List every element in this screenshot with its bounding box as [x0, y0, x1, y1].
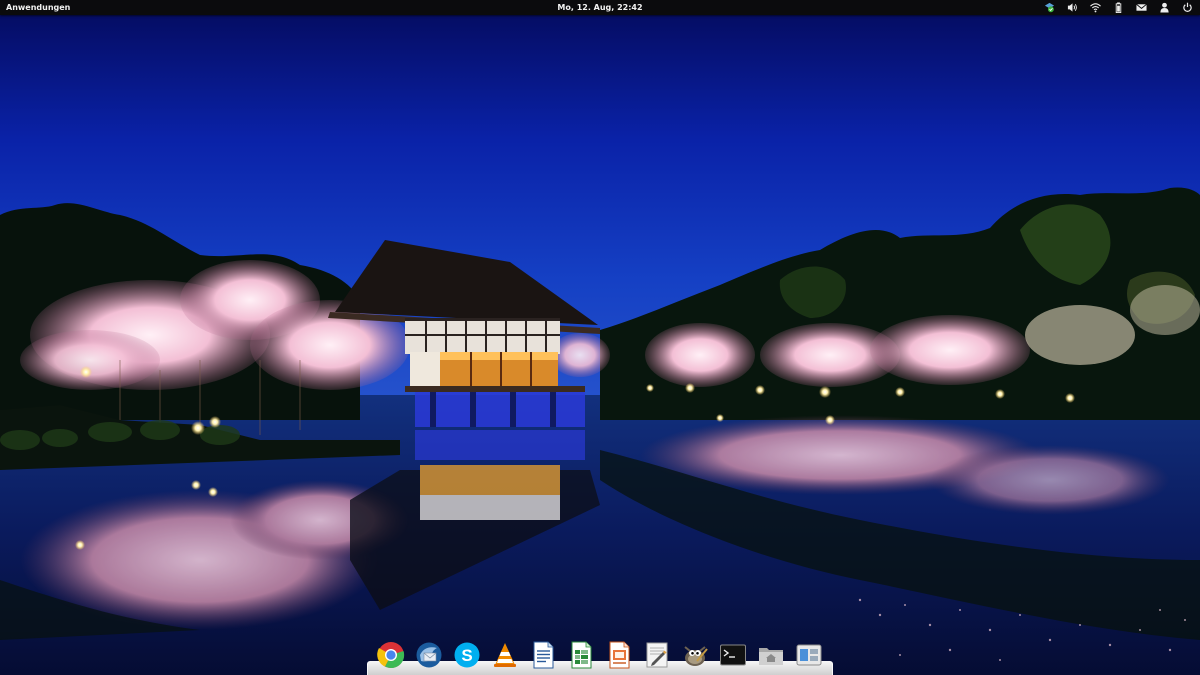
multitasking-view-icon[interactable]	[794, 641, 824, 675]
skype-icon[interactable]: S	[452, 641, 482, 675]
terminal-icon[interactable]	[718, 641, 748, 675]
clock-area: Mo, 12. Aug, 22:42	[0, 0, 1200, 15]
thunderbird-icon[interactable]	[414, 641, 444, 675]
system-indicators	[1043, 0, 1194, 15]
dock: S	[367, 637, 833, 675]
desktop-wallpaper	[0, 0, 1200, 675]
volume-icon[interactable]	[1066, 1, 1079, 14]
user-icon[interactable]	[1158, 1, 1171, 14]
vlc-icon[interactable]	[490, 641, 520, 675]
battery-icon[interactable]	[1112, 1, 1125, 14]
wifi-icon[interactable]	[1089, 1, 1102, 14]
home-folder-icon[interactable]	[756, 641, 786, 675]
mail-icon[interactable]	[1135, 1, 1148, 14]
gimp-icon[interactable]	[680, 641, 710, 675]
libreoffice-calc-icon[interactable]	[566, 641, 596, 675]
update-shield-icon[interactable]	[1043, 1, 1056, 14]
svg-text:S: S	[461, 646, 472, 665]
power-icon[interactable]	[1181, 1, 1194, 14]
libreoffice-impress-icon[interactable]	[604, 641, 634, 675]
wallpaper-scene	[0, 0, 1200, 675]
libreoffice-writer-icon[interactable]	[528, 641, 558, 675]
clock-datetime[interactable]: Mo, 12. Aug, 22:42	[557, 3, 642, 12]
top-panel: Anwendungen Mo, 12. Aug, 22:42	[0, 0, 1200, 15]
text-editor-icon[interactable]	[642, 641, 672, 675]
applications-menu-button[interactable]: Anwendungen	[6, 0, 70, 15]
chrome-icon[interactable]	[376, 641, 406, 675]
